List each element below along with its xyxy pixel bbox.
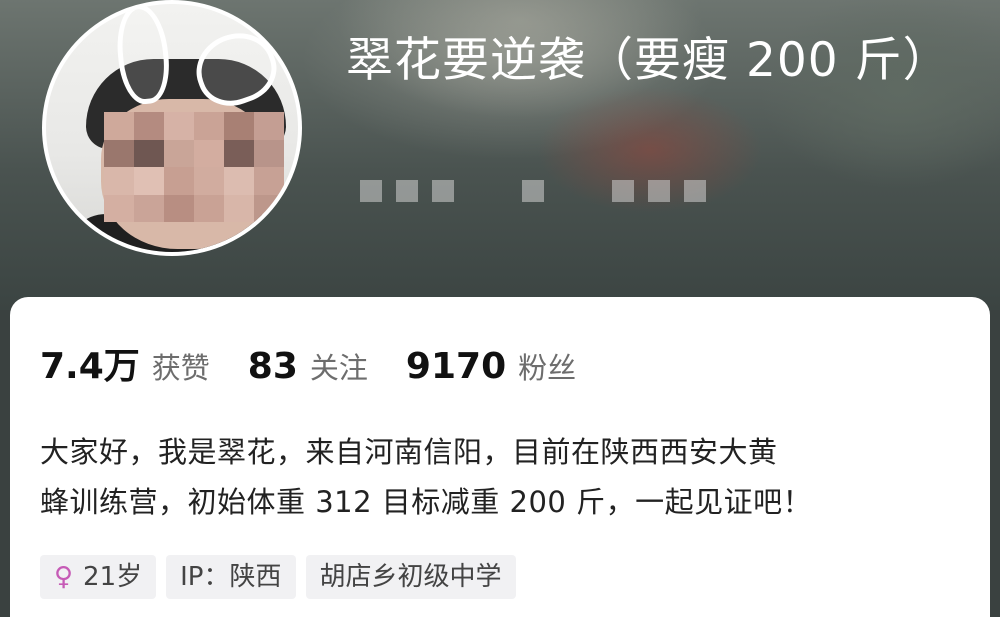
profile-cover: 翠花要逆袭（要瘦 200 斤）: [0, 0, 1000, 310]
stat-followers[interactable]: 9170 粉丝: [406, 345, 576, 387]
stat-likes-value: 7.4万: [40, 346, 140, 387]
profile-name: 翠花要逆袭（要瘦 200 斤）: [346, 33, 951, 88]
stat-followers-value: 9170: [405, 346, 507, 387]
bio-line: 蜂训练营，初始体重 312 目标减重 200 斤，一起见证吧！: [40, 485, 813, 519]
female-icon: ♀: [54, 562, 74, 592]
stat-likes[interactable]: 7.4万 获赞: [40, 337, 210, 389]
stat-likes-label: 获赞: [151, 351, 210, 385]
bio-line: 大家好，我是翠花，来自河南信阳，目前在陕西西安大黄: [40, 435, 778, 469]
profile-info-card: 7.4万 获赞 83 关注 9170 粉丝 大家好，我是翠花，来自河南信阳，目前…: [10, 297, 990, 617]
avatar[interactable]: [42, 0, 302, 256]
tag-age: ♀ 21岁: [40, 555, 157, 599]
tag-school[interactable]: 胡店乡初级中学: [305, 555, 516, 599]
age-text: 21岁: [83, 562, 143, 592]
avatar-mosaic-blur: [104, 112, 284, 222]
stat-followers-label: 粉丝: [518, 351, 577, 385]
stat-following-label: 关注: [309, 351, 368, 385]
profile-stats: 7.4万 获赞 83 关注 9170 粉丝: [40, 337, 614, 389]
school-text: 胡店乡初级中学: [319, 562, 502, 592]
ip-text: IP：陕西: [180, 562, 282, 592]
blurred-account-id: [360, 180, 706, 202]
stat-following[interactable]: 83 关注: [248, 345, 368, 387]
tag-ip-location: IP：陕西: [166, 555, 296, 599]
profile-tags: ♀ 21岁 IP：陕西 胡店乡初级中学: [40, 555, 516, 599]
profile-bio: 大家好，我是翠花，来自河南信阳，目前在陕西西安大黄 蜂训练营，初始体重 312 …: [40, 427, 970, 527]
stat-following-value: 83: [247, 346, 298, 387]
